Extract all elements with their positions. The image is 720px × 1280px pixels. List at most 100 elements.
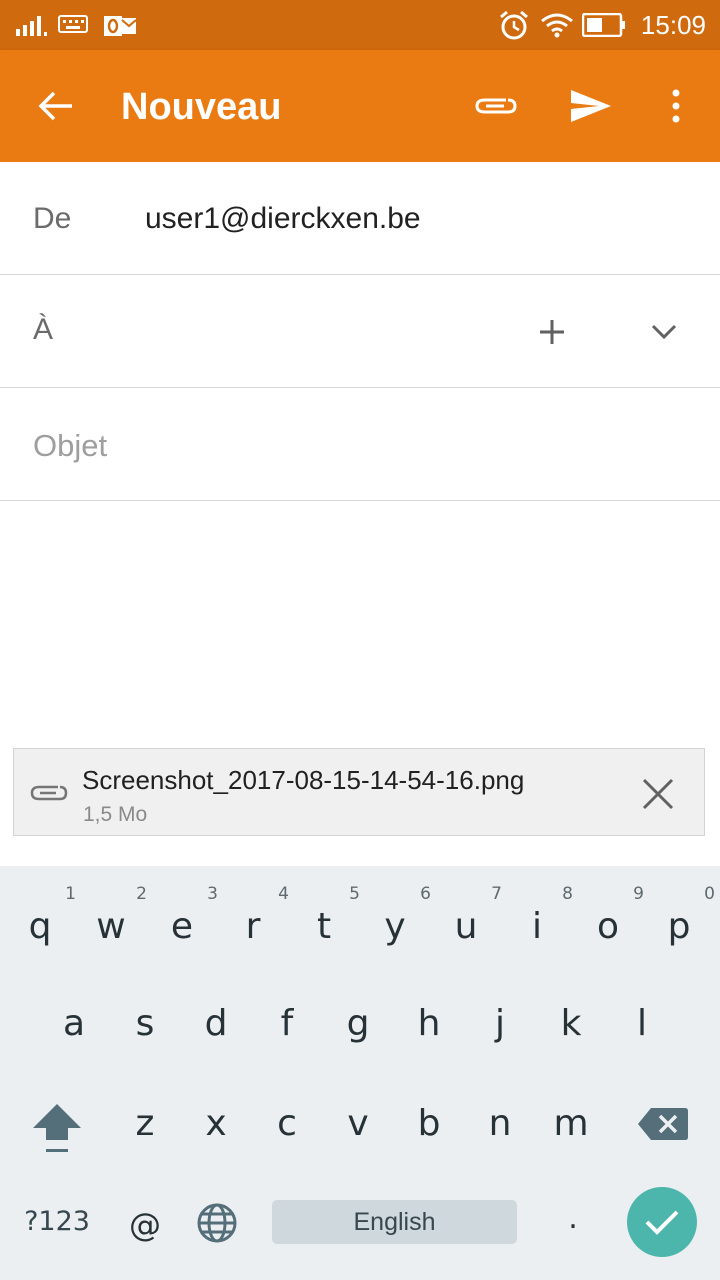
key-b[interactable]: b xyxy=(399,1103,459,1144)
key-label: x xyxy=(205,1103,227,1144)
soft-keyboard: q1w2e3r4t5y6u7i8o9p0 asdfghjkl zxcvbnm ?… xyxy=(0,866,720,1280)
key-label: v xyxy=(347,1103,369,1144)
key-label: j xyxy=(494,1003,505,1044)
key-m[interactable]: m xyxy=(541,1103,601,1144)
paperclip-icon xyxy=(475,98,517,114)
key-label: d xyxy=(204,1003,228,1044)
key-d[interactable]: d xyxy=(186,1003,246,1044)
key-label: b xyxy=(417,1103,441,1144)
key-r[interactable]: r4 xyxy=(223,884,289,947)
chevron-down-icon[interactable] xyxy=(651,324,677,340)
key-f[interactable]: f xyxy=(257,1003,317,1044)
key-y[interactable]: y6 xyxy=(365,884,431,947)
key-c[interactable]: c xyxy=(257,1103,317,1144)
key-hint: 2 xyxy=(136,884,147,904)
from-label: De xyxy=(33,202,72,235)
key-label: i xyxy=(531,906,542,947)
key-l[interactable]: l xyxy=(612,1003,672,1044)
key-hint: 0 xyxy=(704,884,715,904)
from-value: user1@dierckxen.be xyxy=(145,202,421,235)
key-label: s xyxy=(135,1003,155,1044)
key-hint: 6 xyxy=(420,884,431,904)
attachment-filename: Screenshot_2017-08-15-14-54-16.png xyxy=(82,765,525,795)
app-bar: Nouveau xyxy=(0,50,720,162)
key-label: m xyxy=(553,1103,589,1144)
key-hint: 8 xyxy=(562,884,573,904)
key-label: y xyxy=(384,906,406,947)
key-s[interactable]: s xyxy=(115,1003,175,1044)
attach-button[interactable] xyxy=(461,50,531,162)
key-label: u xyxy=(454,906,478,947)
space-bar[interactable]: English xyxy=(272,1200,517,1244)
key-label: p xyxy=(667,906,691,947)
period-key[interactable]: . xyxy=(543,1201,603,1236)
key-label: c xyxy=(277,1103,297,1144)
key-x[interactable]: x xyxy=(186,1103,246,1144)
enter-button[interactable] xyxy=(627,1187,697,1257)
key-n[interactable]: n xyxy=(470,1103,530,1144)
key-q[interactable]: q1 xyxy=(10,884,76,947)
checkmark-icon xyxy=(645,1210,679,1235)
key-label: e xyxy=(170,906,194,947)
key-z[interactable]: z xyxy=(115,1103,175,1144)
alarm-icon xyxy=(500,10,528,40)
key-t[interactable]: t5 xyxy=(294,884,360,947)
back-button[interactable] xyxy=(21,50,91,162)
page-title: Nouveau xyxy=(121,86,282,128)
to-field[interactable]: À xyxy=(0,275,720,388)
more-vert-icon xyxy=(672,89,680,123)
to-label: À xyxy=(33,313,54,346)
key-v[interactable]: v xyxy=(328,1103,388,1144)
shift-key[interactable] xyxy=(31,1102,83,1156)
globe-icon[interactable] xyxy=(196,1202,238,1244)
wifi-icon xyxy=(541,13,573,38)
key-g[interactable]: g xyxy=(328,1003,388,1044)
back-arrow-icon xyxy=(38,91,72,121)
send-icon xyxy=(571,90,611,122)
subject-field[interactable]: Objet xyxy=(0,388,720,501)
key-label: q xyxy=(28,906,52,947)
key-hint: 9 xyxy=(633,884,644,904)
attachment-chip[interactable]: Screenshot_2017-08-15-14-54-16.png 1,5 M… xyxy=(13,748,705,836)
key-k[interactable]: k xyxy=(541,1003,601,1044)
attachment-size: 1,5 Mo xyxy=(83,803,148,826)
battery-icon xyxy=(582,13,625,37)
backspace-key[interactable] xyxy=(637,1106,689,1142)
key-i[interactable]: i8 xyxy=(507,884,573,947)
key-label: k xyxy=(560,1003,582,1044)
keyboard-icon xyxy=(58,15,88,33)
at-key[interactable]: @ xyxy=(115,1206,175,1244)
key-j[interactable]: j xyxy=(470,1003,530,1044)
send-button[interactable] xyxy=(556,50,626,162)
key-o[interactable]: o9 xyxy=(578,884,644,947)
key-h[interactable]: h xyxy=(399,1003,459,1044)
key-e[interactable]: e3 xyxy=(152,884,218,947)
message-body[interactable] xyxy=(0,502,720,742)
key-label: h xyxy=(417,1003,441,1044)
key-label: g xyxy=(346,1003,370,1044)
key-label: t xyxy=(316,906,332,947)
key-label: l xyxy=(636,1003,647,1044)
key-hint: 7 xyxy=(491,884,502,904)
key-hint: 4 xyxy=(278,884,289,904)
key-label: w xyxy=(96,906,126,947)
outlook-icon xyxy=(104,16,136,36)
from-field[interactable]: De user1@dierckxen.be xyxy=(0,162,720,275)
key-label: n xyxy=(488,1103,512,1144)
key-label: o xyxy=(596,906,620,947)
subject-placeholder: Objet xyxy=(33,428,108,463)
key-a[interactable]: a xyxy=(44,1003,104,1044)
add-recipient-icon[interactable] xyxy=(539,319,565,345)
signal-icon xyxy=(16,16,47,36)
key-p[interactable]: p0 xyxy=(649,884,715,947)
key-hint: 3 xyxy=(207,884,218,904)
more-options-button[interactable] xyxy=(641,50,711,162)
key-hint: 1 xyxy=(65,884,76,904)
key-u[interactable]: u7 xyxy=(436,884,502,947)
paperclip-icon xyxy=(30,785,68,801)
status-bar: 15:09 xyxy=(0,0,720,50)
clock: 15:09 xyxy=(640,10,706,40)
symbols-key[interactable]: ?123 xyxy=(20,1206,94,1237)
close-icon[interactable] xyxy=(642,778,674,810)
key-w[interactable]: w2 xyxy=(81,884,147,947)
